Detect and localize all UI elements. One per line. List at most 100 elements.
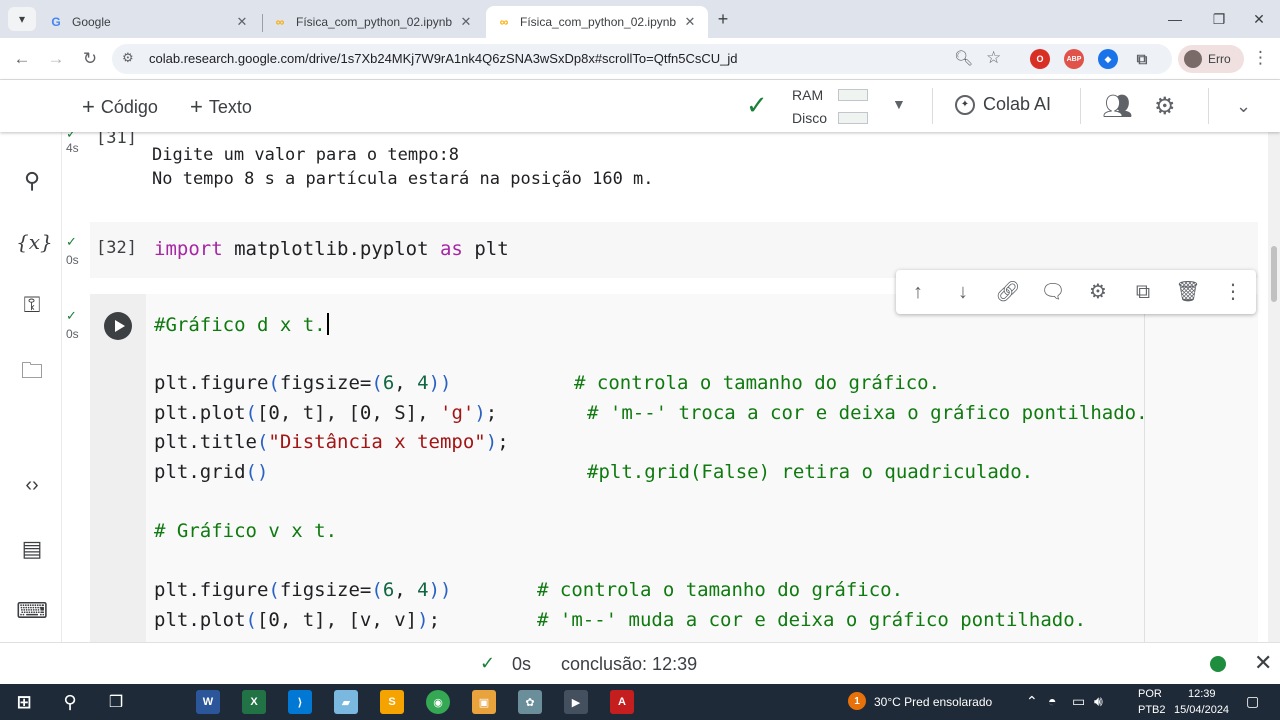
windows-start-icon[interactable]: ⊞ xyxy=(12,690,36,714)
link-icon[interactable]: 🔗︎ xyxy=(995,279,1021,305)
zoom-icon[interactable]: 🔍︎ xyxy=(954,49,973,67)
cell31-output-line: No tempo 8 s a partícula estará na posiç… xyxy=(152,169,654,189)
close-icon[interactable]: ✕ xyxy=(682,14,698,30)
more-options-icon[interactable]: ⋮ xyxy=(1220,279,1246,305)
profile-chip[interactable]: Erro xyxy=(1178,45,1244,73)
scrollbar-thumb[interactable] xyxy=(1271,246,1277,302)
paren: ) xyxy=(474,402,486,424)
opera-extension-icon[interactable]: O xyxy=(1030,49,1050,69)
move-up-arrow-icon[interactable]: ↑ xyxy=(905,279,931,305)
colab-toolbar: + Código + Texto ✓ RAM Disco ▼ ✦ Colab A… xyxy=(0,80,1280,132)
secrets-key-icon[interactable]: ⚿ xyxy=(16,292,48,320)
collapse-chevron-icon[interactable]: ⌄ xyxy=(1236,96,1251,117)
clock-date[interactable]: 15/04/2024 xyxy=(1174,704,1229,716)
bookmark-star-icon[interactable]: ☆ xyxy=(986,48,1001,68)
task-view-icon[interactable]: ❒ xyxy=(104,690,128,714)
variables-icon[interactable]: {x} xyxy=(16,230,53,258)
vscode-app-icon[interactable]: ⟩ xyxy=(288,690,312,714)
excel-app-icon[interactable]: X xyxy=(242,690,266,714)
disk-usage-bar[interactable] xyxy=(838,112,868,124)
close-icon[interactable]: ✕ xyxy=(458,14,474,30)
chrome-app-icon[interactable]: ◉ xyxy=(426,690,450,714)
address-bar[interactable]: ⚙ colab.research.google.com/drive/1s7Xb2… xyxy=(112,44,1172,74)
app-icon[interactable]: ▰ xyxy=(334,690,358,714)
run-cell-button[interactable] xyxy=(104,312,132,340)
tray-app-icon[interactable]: ◓ xyxy=(1048,693,1056,709)
cell32-exec-count: [32] xyxy=(96,238,137,258)
notifications-icon[interactable]: ▢ xyxy=(1246,693,1259,710)
new-tab-button[interactable]: + xyxy=(712,9,734,31)
terminal-icon[interactable]: ⌨ xyxy=(16,598,48,626)
code-snippets-icon[interactable]: ‹› xyxy=(16,474,48,502)
paren: ( xyxy=(268,579,280,601)
move-down-arrow-icon[interactable]: ↓ xyxy=(950,279,976,305)
tab-google[interactable]: G Google ✕ xyxy=(38,6,260,38)
runtime-dropdown-icon[interactable]: ▼ xyxy=(892,96,906,112)
close-icon[interactable]: ✕ xyxy=(234,14,250,30)
minimize-button[interactable]: — xyxy=(1160,8,1190,30)
back-arrow-icon[interactable]: ← xyxy=(10,47,34,71)
notebook-scrollbar[interactable] xyxy=(1268,132,1280,642)
code-line[interactable]: #Gráfico d x t. xyxy=(154,313,329,336)
comment-icon[interactable]: 🗨︎ xyxy=(1040,279,1066,305)
tray-expand-icon[interactable]: ⌃ xyxy=(1026,693,1038,710)
reload-icon[interactable]: ↻ xyxy=(78,47,102,71)
ram-usage-bar[interactable] xyxy=(838,89,868,101)
browser-tab-strip: ▾ G Google ✕ ∞ Física_com_python_02.ipyn… xyxy=(0,0,1280,38)
search-icon[interactable]: ⚲ xyxy=(58,690,82,714)
command-palette-icon[interactable]: ▤ xyxy=(16,536,48,564)
tab-notebook-1[interactable]: ∞ Física_com_python_02.ipynb - C ✕ xyxy=(262,6,484,38)
browser-menu-icon[interactable]: ⋮ xyxy=(1252,48,1269,68)
delete-trash-icon[interactable]: 🗑︎ xyxy=(1175,279,1201,305)
connection-status-dot[interactable] xyxy=(1210,656,1226,672)
clock-time[interactable]: 12:39 xyxy=(1188,688,1216,700)
language-top[interactable]: POR xyxy=(1138,688,1162,700)
adblock-extension-icon[interactable]: ABP xyxy=(1064,49,1084,69)
settings-gear-icon[interactable]: ⚙ xyxy=(1085,279,1111,305)
toolbar-divider xyxy=(1208,88,1209,124)
code-line[interactable]: plt.figure(figsize=(6, 4)) xyxy=(154,372,452,394)
network-icon[interactable]: ▭ xyxy=(1072,693,1085,710)
language-bottom[interactable]: PTB2 xyxy=(1138,704,1166,716)
app-icon[interactable]: ▣ xyxy=(472,690,496,714)
code-line[interactable]: plt.figure(figsize=(6, 4)) xyxy=(154,579,452,601)
add-text-button[interactable]: + Texto xyxy=(190,94,252,120)
sublime-app-icon[interactable]: S xyxy=(380,690,404,714)
connected-check-icon[interactable]: ✓ xyxy=(746,90,768,121)
plus-icon: + xyxy=(82,94,95,119)
url-text[interactable]: colab.research.google.com/drive/1s7Xb24M… xyxy=(149,51,738,66)
app-icon[interactable]: ✿ xyxy=(518,690,542,714)
code-line[interactable]: plt.title("Distância x tempo"); xyxy=(154,431,509,453)
extension-shield-icon[interactable]: ◆ xyxy=(1098,49,1118,69)
code-comment[interactable]: # Gráfico v x t. xyxy=(154,520,337,542)
window-close-button[interactable]: ✕ xyxy=(1244,8,1274,30)
pdf-app-icon[interactable]: A xyxy=(610,690,634,714)
files-folder-icon[interactable]: 🗀 xyxy=(16,354,48,383)
cell32-code-line[interactable]: import matplotlib.pyplot as plt xyxy=(154,238,509,260)
app-icon[interactable]: ▶ xyxy=(564,690,588,714)
code-line[interactable]: plt.grid() xyxy=(154,461,268,483)
search-icon[interactable]: ⚲ xyxy=(16,168,48,196)
code-text: plt.plot xyxy=(154,609,246,631)
paren: ( xyxy=(268,372,280,394)
tab-search-button[interactable]: ▾ xyxy=(8,7,36,31)
word-app-icon[interactable]: W xyxy=(196,690,220,714)
site-info-icon[interactable]: ⚙ xyxy=(122,50,134,66)
forward-arrow-icon[interactable]: → xyxy=(44,47,68,71)
colab-ai-button[interactable]: ✦ Colab AI xyxy=(955,94,1051,115)
restore-button[interactable]: ❐ xyxy=(1204,8,1234,30)
speaker-icon[interactable]: 🔊︎ xyxy=(1094,693,1103,710)
close-icon[interactable]: ✕ xyxy=(1254,650,1272,676)
add-code-button[interactable]: + Código xyxy=(82,94,158,120)
share-people-icon[interactable]: 👥︎ xyxy=(1102,92,1132,121)
code-text: plt.grid xyxy=(154,461,246,483)
mirror-cell-icon[interactable]: ⧉ xyxy=(1130,279,1156,305)
code-line[interactable]: plt.plot([0, t], [0, S], 'g'); xyxy=(154,402,497,424)
code-line[interactable]: plt.plot([0, t], [v, v]); xyxy=(154,609,440,631)
weather-badge[interactable]: 1 xyxy=(848,692,866,710)
extensions-puzzle-icon[interactable]: ⧉ xyxy=(1132,49,1152,69)
settings-gear-icon[interactable]: ⚙ xyxy=(1154,92,1176,121)
tab-notebook-2-active[interactable]: ∞ Física_com_python_02.ipynb - C ✕ xyxy=(486,6,708,38)
weather-text[interactable]: 30°C Pred ensolarado xyxy=(874,695,992,709)
windows-taskbar: ⊞ ⚲ ❒ W X ⟩ ▰ S ◉ ▣ ✿ ▶ A 1 30°C Pred en… xyxy=(0,684,1280,720)
